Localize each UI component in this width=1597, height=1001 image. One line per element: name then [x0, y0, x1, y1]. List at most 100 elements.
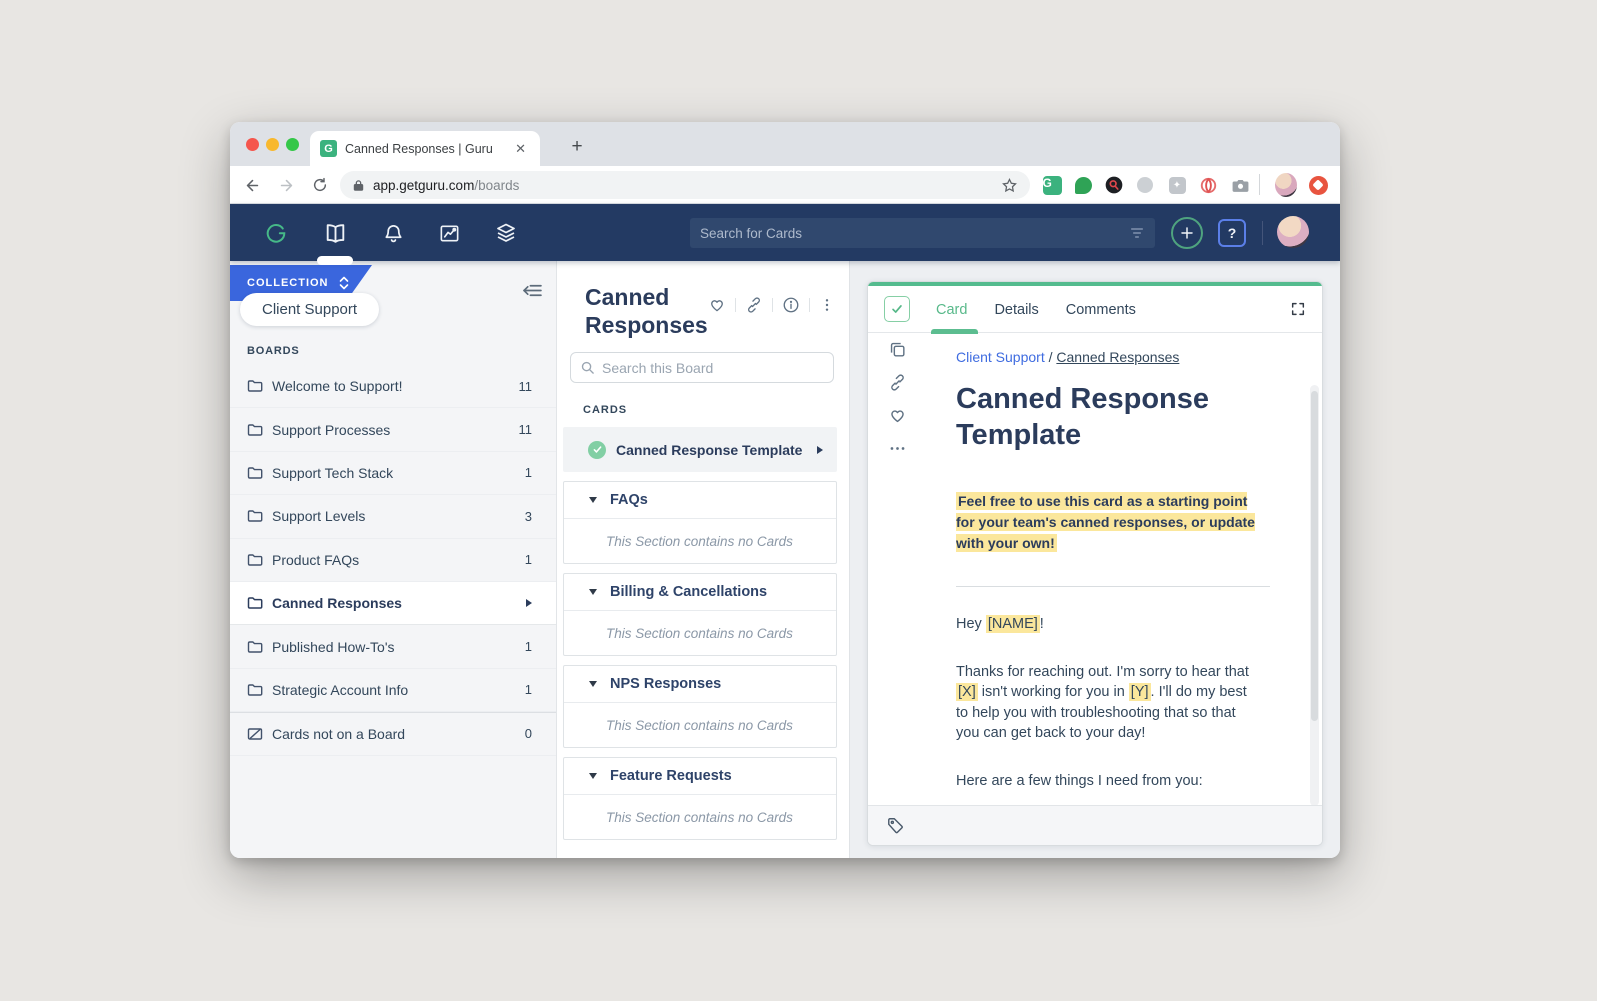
browser-tab[interactable]: G Canned Responses | Guru ✕	[310, 131, 540, 166]
sidebar-item-cards-not-on-board[interactable]: Cards not on a Board 0	[230, 712, 556, 755]
board-panel: Canned Responses CARDS	[557, 261, 850, 858]
gray-dot-extension-icon[interactable]	[1134, 174, 1156, 196]
chevron-down-icon	[589, 773, 597, 779]
sidebar-item-product-faqs[interactable]: Product FAQs 1	[230, 539, 556, 582]
sidebar-item-support-processes[interactable]: Support Processes 11	[230, 408, 556, 451]
sidebar-item-canned-responses[interactable]: Canned Responses	[230, 582, 556, 625]
tab-card[interactable]: Card	[936, 300, 967, 318]
board-section-faqs: FAQs This Section contains no Cards	[563, 481, 837, 564]
app-content: COLLECTION Client Support BOARDS Welcome…	[230, 261, 1340, 858]
section-header[interactable]: FAQs	[564, 482, 836, 519]
card-action-rail	[868, 333, 926, 465]
window-close-button[interactable]	[246, 138, 259, 151]
analytics-chart-icon[interactable]	[436, 220, 462, 246]
forward-button[interactable]	[274, 173, 298, 197]
folder-icon	[247, 552, 263, 568]
filter-icon[interactable]	[1129, 226, 1145, 240]
favorite-heart-icon[interactable]	[708, 296, 726, 314]
folder-icon	[247, 465, 263, 481]
verify-checkbox[interactable]	[884, 296, 910, 322]
red-swirl-extension-icon[interactable]	[1197, 174, 1219, 196]
board-section-nps-responses: NPS Responses This Section contains no C…	[563, 665, 837, 748]
tag-icon[interactable]	[886, 816, 905, 835]
active-nav-indicator	[317, 256, 353, 265]
section-header[interactable]: Feature Requests	[564, 758, 836, 795]
board-search[interactable]	[570, 352, 834, 383]
more-options-icon[interactable]	[819, 296, 835, 314]
section-header[interactable]: NPS Responses	[564, 666, 836, 703]
bookmark-star-icon[interactable]	[1001, 177, 1018, 194]
info-icon[interactable]	[782, 296, 800, 314]
notifications-bell-icon[interactable]	[380, 220, 406, 246]
panel-gap	[850, 261, 867, 858]
more-options-icon[interactable]	[868, 432, 926, 465]
folder-icon	[247, 595, 263, 611]
user-avatar[interactable]	[1277, 216, 1309, 248]
empty-section-text: This Section contains no Cards	[606, 810, 793, 825]
card-item-canned-response-template[interactable]: Canned Response Template	[563, 427, 837, 472]
scrollbar-track[interactable]	[1310, 385, 1319, 806]
collection-label: COLLECTION	[247, 277, 329, 289]
empty-section-text: This Section contains no Cards	[606, 534, 793, 549]
green-bubble-extension-icon[interactable]	[1072, 174, 1094, 196]
tab-details[interactable]: Details	[994, 300, 1038, 318]
copy-link-icon[interactable]	[745, 296, 763, 314]
window-zoom-button[interactable]	[286, 138, 299, 151]
section-header[interactable]: Billing & Cancellations	[564, 574, 836, 611]
chevron-right-icon	[817, 446, 823, 454]
tab-close-icon[interactable]: ✕	[511, 139, 530, 159]
empty-section-text: This Section contains no Cards	[606, 718, 793, 733]
sort-chevrons-icon	[339, 276, 349, 290]
folder-icon	[247, 639, 263, 655]
reload-button[interactable]	[308, 173, 332, 197]
cards-section-label: CARDS	[583, 404, 849, 416]
breadcrumb-board-link[interactable]: Canned Responses	[1056, 349, 1179, 365]
red-circle-extension-icon[interactable]	[1307, 174, 1329, 196]
desktop-background: G Canned Responses | Guru ✕ + app.getgur…	[0, 0, 1597, 1001]
divider	[772, 298, 773, 312]
help-button[interactable]: ?	[1218, 219, 1246, 247]
camera-extension-icon[interactable]	[1229, 174, 1251, 196]
card-footer	[868, 805, 1322, 845]
boards-book-icon[interactable]	[322, 220, 348, 246]
global-search[interactable]	[690, 218, 1155, 248]
breadcrumb-collection-link[interactable]: Client Support	[956, 349, 1045, 365]
board-search-input[interactable]	[602, 360, 824, 376]
create-card-button[interactable]	[1171, 217, 1203, 249]
collapse-sidebar-button[interactable]	[523, 283, 542, 303]
sidebar-item-strategic-account-info[interactable]: Strategic Account Info 1	[230, 669, 556, 712]
collection-name-pill[interactable]: Client Support	[240, 293, 379, 326]
favorite-heart-icon[interactable]	[868, 399, 926, 432]
global-search-input[interactable]	[700, 226, 1129, 241]
back-button[interactable]	[240, 173, 264, 197]
scrollbar-thumb[interactable]	[1311, 391, 1318, 721]
copy-link-icon[interactable]	[868, 366, 926, 399]
grammarly-extension-icon[interactable]: G	[1041, 174, 1063, 196]
chevron-down-icon	[589, 681, 597, 687]
expand-fullscreen-icon[interactable]	[1290, 301, 1306, 322]
board-actions	[708, 293, 835, 317]
tab-comments[interactable]: Comments	[1066, 300, 1136, 318]
guru-logo-icon[interactable]	[263, 220, 289, 246]
card-title: Canned Response Template	[956, 381, 1236, 453]
chevron-down-icon	[589, 497, 597, 503]
board-section-billing-cancellations: Billing & Cancellations This Section con…	[563, 573, 837, 656]
board-title: Canned Responses	[585, 283, 708, 339]
address-bar[interactable]: app.getguru.com/boards	[340, 171, 1030, 199]
copy-card-icon[interactable]	[868, 333, 926, 366]
magnifier-extension-icon[interactable]	[1103, 174, 1125, 196]
sidebar-item-published-how-tos[interactable]: Published How-To's 1	[230, 625, 556, 668]
collections-layers-icon[interactable]	[493, 220, 519, 246]
gray-square-extension-icon[interactable]: ✦	[1166, 174, 1188, 196]
sidebar-item-support-levels[interactable]: Support Levels 3	[230, 495, 556, 538]
profile-avatar[interactable]	[1275, 174, 1297, 196]
sidebar-item-support-tech-stack[interactable]: Support Tech Stack 1	[230, 452, 556, 495]
sidebar-item-welcome-to-support[interactable]: Welcome to Support! 11	[230, 365, 556, 408]
folder-icon	[247, 378, 263, 394]
card-content: Client Support / Canned Responses Canned…	[956, 349, 1286, 806]
toolbar-divider	[1259, 174, 1260, 195]
window-minimize-button[interactable]	[266, 138, 279, 151]
new-tab-button[interactable]: +	[563, 133, 591, 161]
lock-icon	[352, 179, 365, 192]
guru-favicon: G	[320, 140, 337, 157]
